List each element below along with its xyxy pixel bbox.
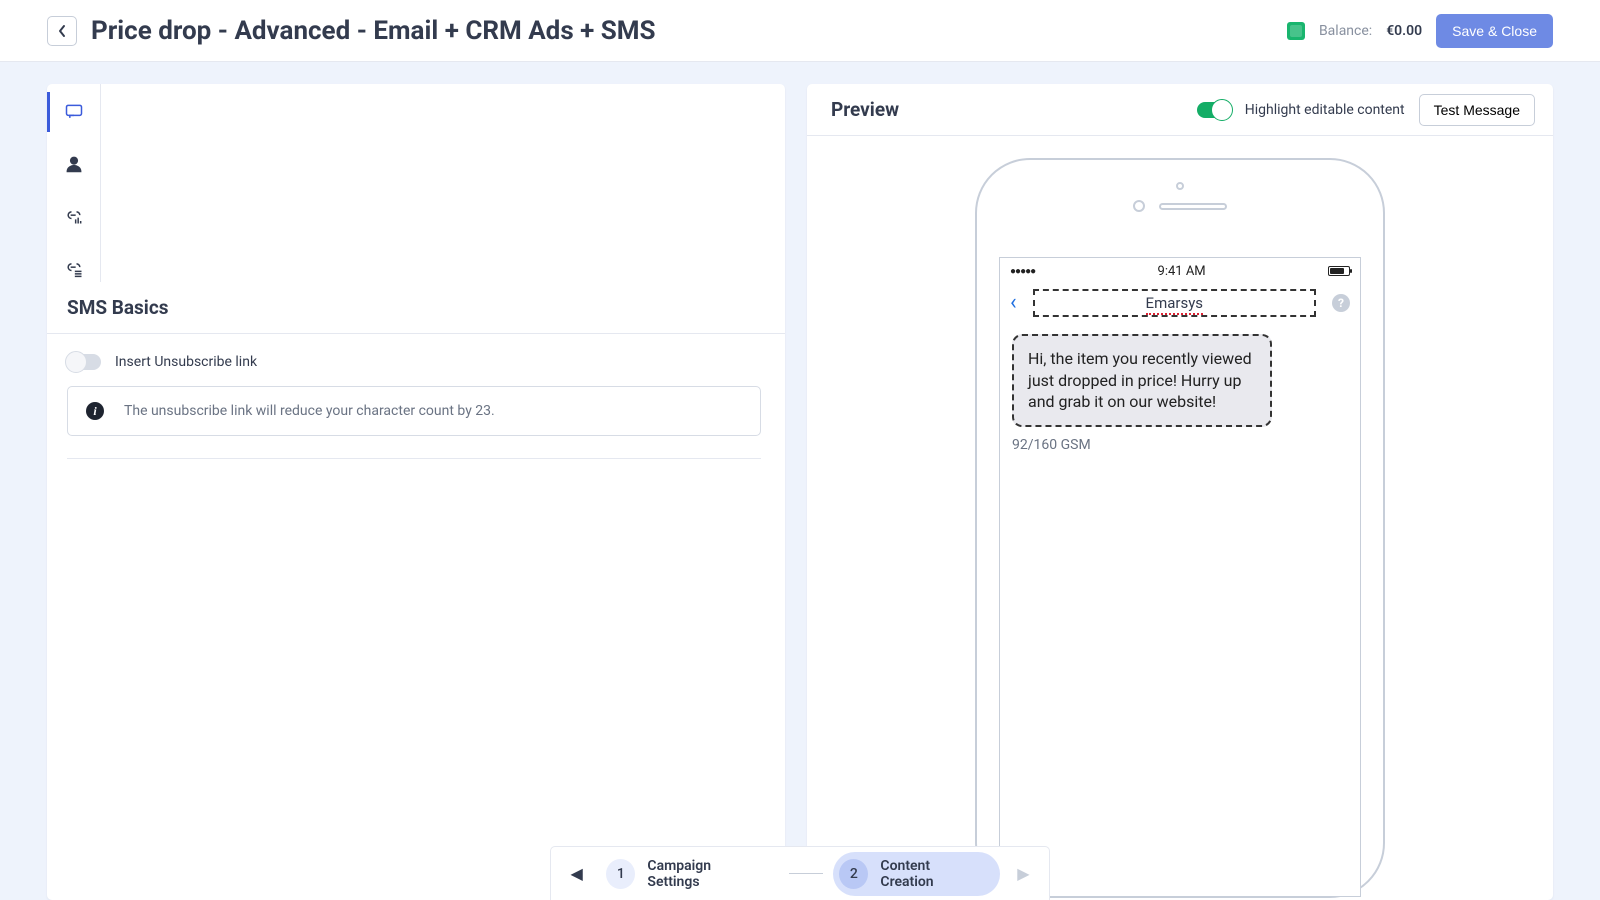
sender-name: Emarsys — [1146, 294, 1204, 315]
step-connector — [789, 873, 823, 874]
camera-icon — [1176, 182, 1184, 190]
front-camera-icon — [1133, 200, 1145, 212]
link-bars-icon — [64, 206, 84, 226]
preview-stage: ●●●●● 9:41 AM ‹ Emarsys ? Hi, the item y… — [807, 136, 1553, 900]
message-area: Hi, the item you recently viewed just dr… — [1000, 322, 1360, 453]
step-content-creation[interactable]: 2 Content Creation — [833, 852, 999, 896]
signal-icon: ●●●●● — [1010, 266, 1035, 277]
page-title: Price drop - Advanced - Email + CRM Ads … — [91, 16, 656, 46]
battery-icon — [1328, 266, 1350, 276]
phone-time: 9:41 AM — [1158, 264, 1206, 279]
step-campaign-settings[interactable]: 1 Campaign Settings — [600, 852, 779, 896]
chevron-left-icon — [57, 24, 67, 38]
divider — [67, 458, 761, 459]
link-list-icon — [64, 258, 84, 278]
step-number: 2 — [839, 859, 868, 889]
balance-icon — [1287, 22, 1305, 40]
wizard-stepper: ◀ 1 Campaign Settings 2 Content Creation… — [550, 846, 1050, 900]
top-bar: Price drop - Advanced - Email + CRM Ads … — [0, 0, 1600, 62]
highlight-toggle-label: Highlight editable content — [1245, 102, 1405, 118]
save-close-button[interactable]: Save & Close — [1436, 14, 1553, 48]
phone-status-bar: ●●●●● 9:41 AM — [1000, 258, 1360, 284]
settings-title: SMS Basics — [67, 296, 169, 319]
info-callout: i The unsubscribe link will reduce your … — [67, 386, 761, 436]
settings-card: SMS Basics Insert Unsubscribe link i The… — [47, 84, 785, 900]
highlight-toggle[interactable] — [1197, 102, 1231, 118]
sender-field[interactable]: Emarsys — [1033, 289, 1316, 317]
header-actions: Balance: €0.00 Save & Close — [1287, 14, 1553, 48]
step-prev-button[interactable]: ◀ — [563, 860, 590, 888]
phone-frame: ●●●●● 9:41 AM ‹ Emarsys ? Hi, the item y… — [975, 158, 1385, 898]
message-bubble[interactable]: Hi, the item you recently viewed just dr… — [1012, 334, 1272, 427]
balance-label: Balance: — [1319, 23, 1372, 39]
step-next-button[interactable]: ▶ — [1010, 860, 1037, 888]
info-icon: i — [86, 402, 104, 420]
test-message-button[interactable]: Test Message — [1419, 94, 1535, 126]
phone-back-button[interactable]: ‹ — [1010, 292, 1017, 314]
settings-rail — [47, 84, 101, 282]
settings-content: SMS Basics Insert Unsubscribe link i The… — [47, 282, 785, 900]
phone-screen: ●●●●● 9:41 AM ‹ Emarsys ? Hi, the item y… — [999, 257, 1361, 897]
unsubscribe-toggle[interactable] — [67, 354, 101, 370]
speaker-icon — [1159, 203, 1227, 210]
tracked-links-tab[interactable] — [56, 202, 92, 230]
settings-body: Insert Unsubscribe link i The unsubscrib… — [47, 334, 785, 459]
person-icon — [64, 154, 84, 174]
preview-card: Preview Highlight editable content Test … — [807, 84, 1553, 900]
link-list-tab[interactable] — [56, 254, 92, 282]
preview-header: Preview Highlight editable content Test … — [807, 84, 1553, 136]
step-number: 1 — [606, 859, 635, 889]
balance-value: €0.00 — [1386, 23, 1422, 39]
info-text: The unsubscribe link will reduce your ch… — [124, 403, 495, 419]
step-label: Content Creation — [880, 858, 983, 890]
back-button[interactable] — [47, 16, 77, 46]
preview-title: Preview — [831, 98, 899, 121]
workspace: SMS Basics Insert Unsubscribe link i The… — [0, 62, 1600, 900]
settings-header: SMS Basics — [47, 282, 785, 334]
unsubscribe-toggle-row: Insert Unsubscribe link — [67, 354, 761, 370]
character-counter: 92/160 GSM — [1012, 437, 1348, 453]
help-icon[interactable]: ? — [1332, 294, 1350, 312]
phone-notch — [1133, 182, 1227, 212]
message-header: ‹ Emarsys ? — [1000, 284, 1360, 322]
sms-basics-tab[interactable] — [56, 98, 92, 126]
personalization-tab[interactable] — [56, 150, 92, 178]
unsubscribe-toggle-label: Insert Unsubscribe link — [115, 354, 257, 370]
chat-icon — [64, 102, 84, 122]
step-label: Campaign Settings — [647, 858, 763, 890]
